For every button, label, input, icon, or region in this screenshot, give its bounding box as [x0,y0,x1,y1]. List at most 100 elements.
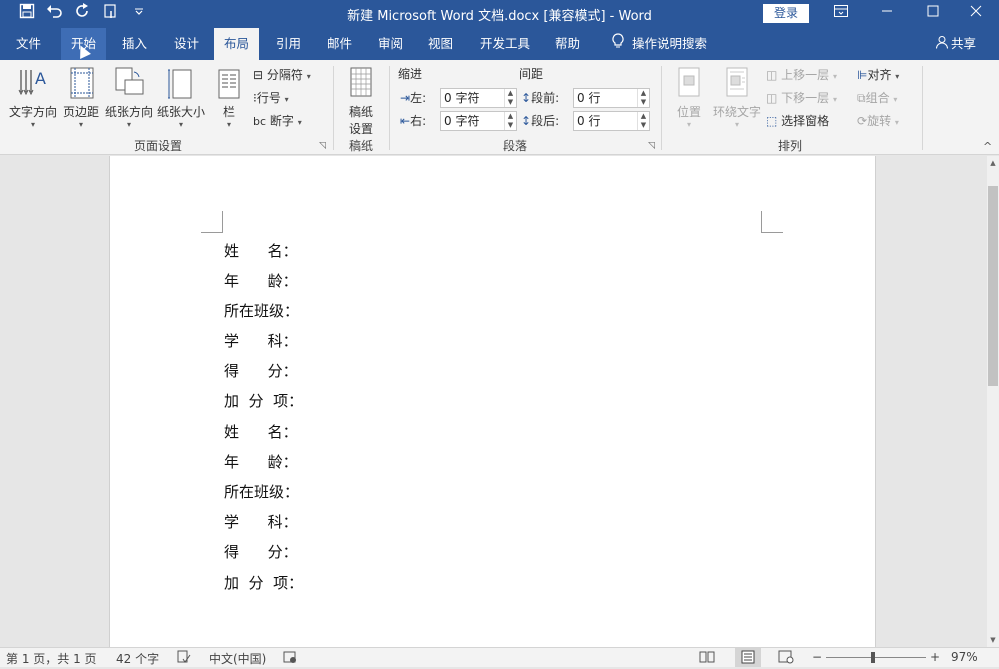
scrollbar-thumb[interactable] [988,186,998,386]
scroll-up-icon[interactable]: ▲ [987,156,999,170]
size-button[interactable]: 纸张大小 ▾ [156,66,206,129]
customize-qat-icon[interactable] [128,3,150,23]
page-setup-group-label: 页面设置 [133,139,182,153]
touch-mode-icon[interactable] [100,3,122,23]
dialog-launcher-icon[interactable]: ◹ [319,141,326,151]
zoom-level[interactable]: 97% [951,650,978,664]
chevron-down-icon: ▾ [833,72,838,81]
document-line[interactable]: 所在班级： [224,481,299,501]
lightbulb-icon [612,29,624,61]
document-line[interactable]: 加 分 项： [224,390,303,410]
manuscript-setup-button[interactable]: 稿纸 设置 [340,66,382,137]
document-line[interactable]: 得 分： [224,360,298,380]
arrange-group-label: 排列 [777,139,802,153]
chevron-down-icon: ▾ [297,118,302,127]
position-button[interactable]: 位置 ▾ [670,66,708,129]
tab-developer[interactable]: 开发工具 [470,28,540,60]
indent-left-input[interactable]: 0 字符 ▲ ▼ [440,88,517,108]
rotate-button[interactable]: ⟳旋转 ▾ [857,111,899,131]
language-status[interactable]: 中文(中国) [209,650,266,667]
close-icon[interactable] [953,0,999,28]
orientation-button[interactable]: 纸张方向 ▾ [104,66,154,129]
columns-button[interactable]: 栏 ▾ [212,66,246,129]
document-line[interactable]: 得 分： [224,541,298,561]
hyphenation-icon: bc [253,115,267,128]
page-count[interactable]: 第 1 页，共 1 页 [6,650,97,667]
tab-view[interactable]: 视图 [418,28,463,60]
spinner-icon[interactable]: ▲ ▼ [504,112,516,130]
wrap-text-label: 环绕文字 [712,105,761,119]
group-separator [922,66,923,150]
chevron-down-icon: ▾ [686,120,691,129]
vertical-scrollbar[interactable]: ▲ ▼ [987,156,999,647]
wrap-text-button[interactable]: 环绕文字 ▾ [710,66,764,129]
document-line[interactable]: 学 科： [224,330,298,350]
macro-record-icon[interactable] [283,650,297,667]
collapse-ribbon-icon[interactable]: ^ [983,140,992,153]
undo-icon[interactable] [44,3,66,23]
send-backward-button[interactable]: ◫ 下移一层 ▾ [766,88,837,108]
quick-access-toolbar [16,3,150,23]
tab-design[interactable]: 设计 [164,28,209,60]
group-separator [389,66,390,150]
line-numbers-button[interactable]: ⁝行号 ▾ [253,88,289,108]
print-layout-icon[interactable] [735,648,761,667]
redo-icon[interactable] [72,3,94,23]
zoom-out-button[interactable]: − [812,650,822,664]
spacing-before-input[interactable]: 0 行 ▲ ▼ [573,88,650,108]
spacing-after-icon: ↕ [521,114,532,128]
tab-help[interactable]: 帮助 [545,28,590,60]
hyphenation-button[interactable]: bc 断字 ▾ [253,111,302,131]
spinner-icon[interactable]: ▲ ▼ [504,89,516,107]
group-objects-button[interactable]: ⧉组合 ▾ [857,88,897,108]
wrap-text-icon [721,66,753,100]
tab-references[interactable]: 引用 [266,28,311,60]
scroll-down-icon[interactable]: ▼ [987,633,999,647]
document-line[interactable]: 姓 名： [224,421,298,441]
spacing-after-input[interactable]: 0 行 ▲ ▼ [573,111,650,131]
rotate-icon: ⟳ [857,114,868,128]
save-icon[interactable] [16,3,38,23]
zoom-in-button[interactable]: + [930,650,940,664]
tab-file[interactable]: 文件 [6,28,51,60]
bring-forward-button[interactable]: ◫ 上移一层 ▾ [766,65,837,85]
maximize-icon[interactable] [910,0,956,28]
document-line[interactable]: 所在班级： [224,300,299,320]
text-direction-button[interactable]: A 文字方向 ▾ [8,66,58,129]
orientation-icon [113,66,145,100]
tab-mailings[interactable]: 邮件 [317,28,362,60]
tab-layout[interactable]: 布局 [214,28,260,60]
minimize-icon[interactable] [864,0,910,28]
dialog-launcher-icon[interactable]: ◹ [648,141,655,151]
document-line[interactable]: 姓 名： [224,240,298,260]
ribbon-display-icon[interactable] [818,0,864,28]
breaks-button[interactable]: ⊟ 分隔符 ▾ [253,65,311,85]
proofing-icon[interactable] [177,650,191,667]
margins-button[interactable]: 页边距 ▾ [62,66,100,129]
indent-right-label: ⇤右: [400,114,427,128]
share-button[interactable]: 共享 [935,28,976,60]
zoom-slider[interactable] [826,657,926,658]
indent-right-input[interactable]: 0 字符 ▲ ▼ [440,111,517,131]
spinner-icon[interactable]: ▲ ▼ [637,112,649,130]
document-line[interactable]: 加 分 项： [224,572,303,592]
read-mode-icon[interactable] [699,650,715,667]
chevron-down-icon: ▾ [893,95,898,104]
align-button[interactable]: ⊫对齐 ▾ [857,65,899,85]
selection-pane-button[interactable]: ⬚ 选择窗格 [766,111,829,131]
document-line[interactable]: 年 龄： [224,451,298,471]
web-layout-icon[interactable] [778,650,794,667]
tab-review[interactable]: 审阅 [368,28,413,60]
chevron-down-icon: ▾ [306,72,311,81]
document-line[interactable]: 年 龄： [224,270,298,290]
zoom-slider-thumb[interactable] [871,652,875,663]
document-line[interactable]: 学 科： [224,511,298,531]
spacing-title: 间距 [519,67,544,81]
spinner-icon[interactable]: ▲ ▼ [637,89,649,107]
spacing-before-icon: ↕ [521,91,532,105]
margin-corner-mark [201,211,223,233]
login-button[interactable]: 登录 [763,4,809,23]
word-count[interactable]: 42 个字 [116,650,159,667]
tell-me-search[interactable]: 操作说明搜索 [602,28,717,60]
tab-insert[interactable]: 插入 [112,28,157,60]
